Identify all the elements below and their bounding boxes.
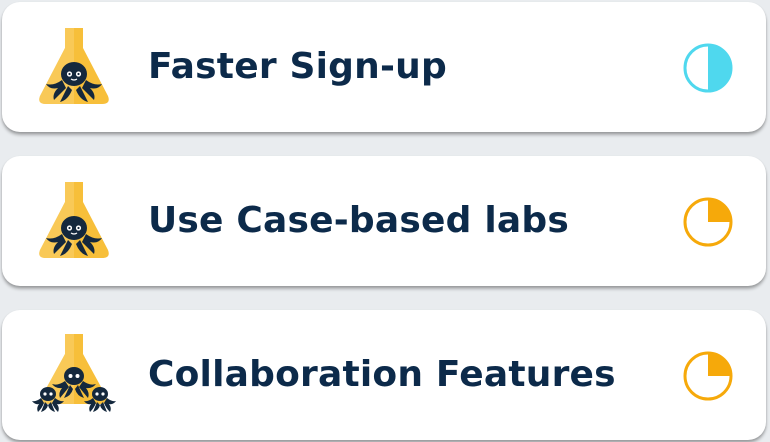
card-title: Faster Sign-up	[148, 46, 447, 87]
quarter-circle-status-icon	[682, 350, 734, 402]
card-title: Use Case-based labs	[148, 200, 569, 241]
flask-octopus-icon	[32, 178, 116, 262]
feature-card-use-case-labs[interactable]: Use Case-based labs	[2, 156, 766, 286]
half-circle-status-icon	[682, 42, 734, 94]
flask-octopus-icon	[32, 24, 116, 108]
card-title: Collaboration Features	[148, 354, 616, 395]
feature-card-faster-signup[interactable]: Faster Sign-up	[2, 2, 766, 132]
feature-list: Faster Sign-up Use Case-based labs Colla…	[0, 0, 770, 442]
flask-three-octopus-icon	[32, 332, 116, 416]
feature-card-collaboration[interactable]: Collaboration Features	[2, 310, 766, 440]
quarter-circle-status-icon	[682, 196, 734, 248]
